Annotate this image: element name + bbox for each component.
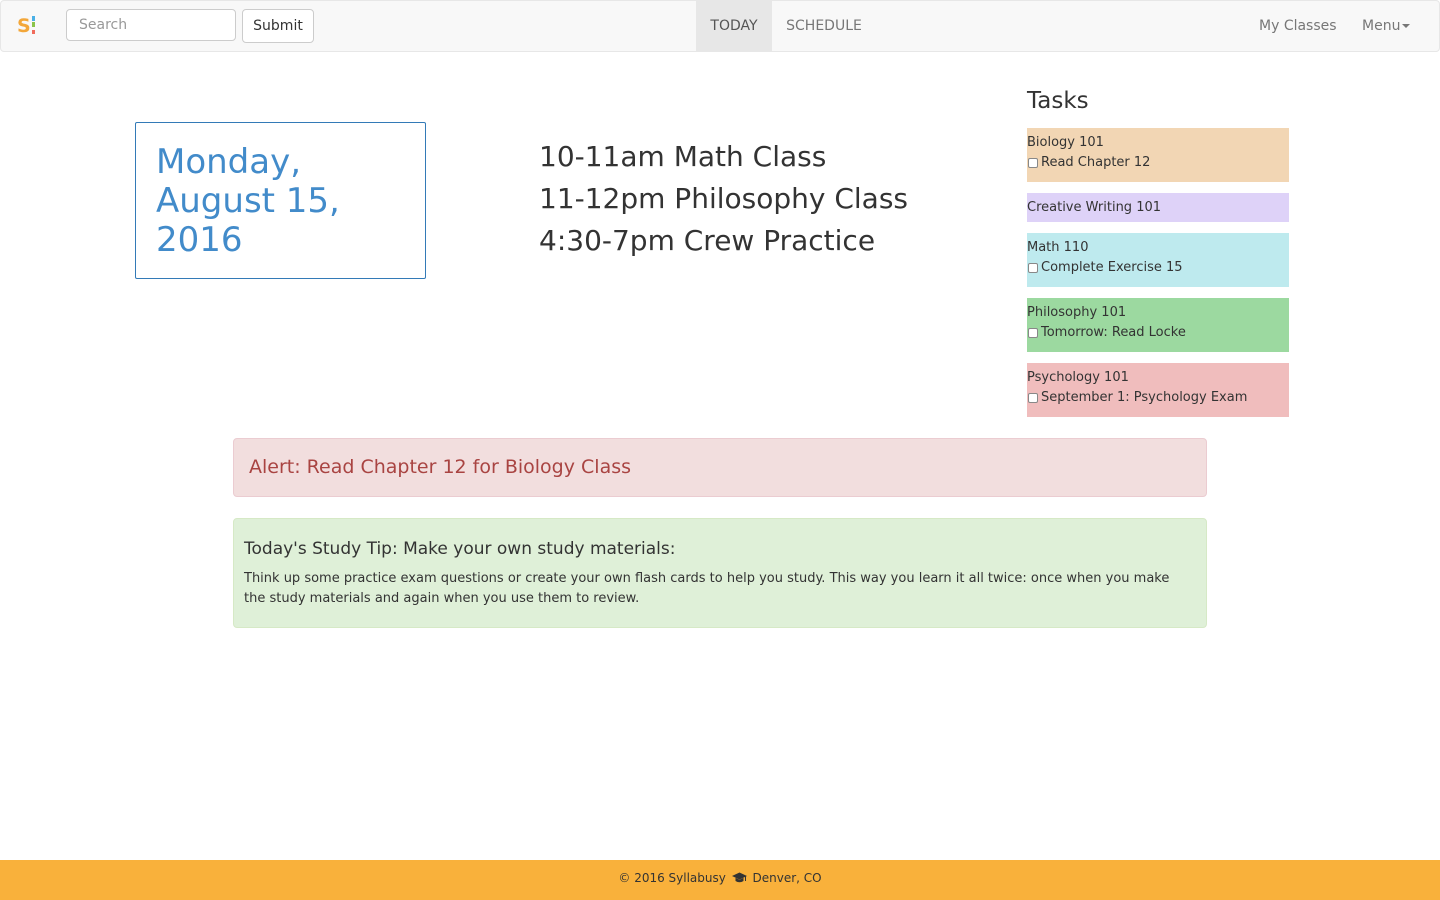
logo-bars-icon <box>31 16 36 34</box>
task-item: Tomorrow: Read Locke <box>1027 323 1289 343</box>
tab-schedule[interactable]: SCHEDULE <box>772 1 876 51</box>
task-class-name: Creative Writing 101 <box>1027 200 1162 215</box>
tab-today[interactable]: TODAY <box>696 1 772 51</box>
task-label: Complete Exercise 15 <box>1041 260 1183 275</box>
task-card-philosophy: Philosophy 101 Tomorrow: Read Locke <box>1027 298 1289 352</box>
task-label: Read Chapter 12 <box>1041 155 1151 170</box>
task-item: Complete Exercise 15 <box>1027 258 1289 278</box>
task-checkbox[interactable] <box>1028 328 1038 338</box>
graduation-cap-icon <box>731 872 747 883</box>
task-card-math: Math 110 Complete Exercise 15 <box>1027 233 1289 287</box>
tasks-heading: Tasks <box>1027 88 1089 114</box>
task-card-creative-writing: Creative Writing 101 <box>1027 193 1289 222</box>
task-checkbox[interactable] <box>1028 158 1038 168</box>
task-label: September 1: Psychology Exam <box>1041 390 1248 405</box>
task-label: Tomorrow: Read Locke <box>1041 325 1186 340</box>
caret-down-icon <box>1402 24 1411 28</box>
task-class-name: Philosophy 101 <box>1027 305 1127 320</box>
syllabusy-logo[interactable]: S <box>17 15 41 37</box>
task-checkbox[interactable] <box>1028 263 1038 273</box>
task-class-name: Biology 101 <box>1027 135 1104 150</box>
task-item: Read Chapter 12 <box>1027 153 1289 173</box>
alert-banner: Alert: Read Chapter 12 for Biology Class <box>233 438 1207 497</box>
submit-button[interactable]: Submit <box>242 9 314 43</box>
footer-location: Denver, CO <box>752 871 822 885</box>
search-input[interactable] <box>66 9 236 41</box>
my-classes-link[interactable]: My Classes <box>1259 1 1337 51</box>
top-navbar: S Submit TODAY SCHEDULE My Classes Menu <box>0 0 1440 52</box>
menu-dropdown[interactable]: Menu <box>1362 1 1411 51</box>
study-tip-panel: Today's Study Tip: Make your own study m… <box>233 518 1207 628</box>
task-card-psychology: Psychology 101 September 1: Psychology E… <box>1027 363 1289 417</box>
current-date: Monday, August 15, 2016 <box>156 142 340 260</box>
study-tip-body: Think up some practice exam questions or… <box>244 571 1170 606</box>
schedule-item: 11-12pm Philosophy Class <box>539 182 909 215</box>
date-card: Monday, August 15, 2016 <box>135 122 426 279</box>
task-item: September 1: Psychology Exam <box>1027 388 1289 408</box>
schedule-item: 4:30-7pm Crew Practice <box>539 224 876 257</box>
footer-copyright: © 2016 Syllabusy <box>618 871 726 885</box>
study-tip-title: Today's Study Tip: Make your own study m… <box>244 539 676 559</box>
task-checkbox[interactable] <box>1028 393 1038 403</box>
task-class-name: Psychology 101 <box>1027 370 1129 385</box>
today-schedule: 10-11am Math Class 11-12pm Philosophy Cl… <box>539 136 908 262</box>
alert-text: Alert: Read Chapter 12 for Biology Class <box>249 456 632 478</box>
task-class-name: Math 110 <box>1027 240 1089 255</box>
task-card-biology: Biology 101 Read Chapter 12 <box>1027 128 1289 182</box>
footer: © 2016 Syllabusy Denver, CO <box>0 860 1440 900</box>
menu-label: Menu <box>1362 18 1401 34</box>
schedule-item: 10-11am Math Class <box>539 140 827 173</box>
